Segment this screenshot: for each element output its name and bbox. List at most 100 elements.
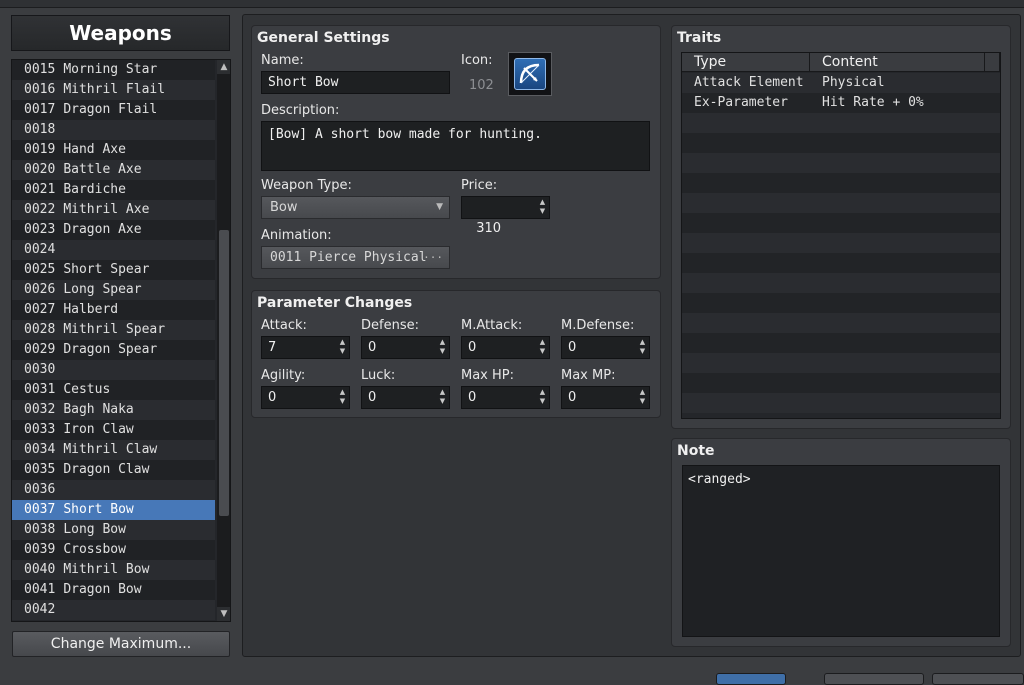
list-item-name: Halberd [63, 302, 119, 317]
trait-row[interactable] [682, 293, 1000, 313]
list-item[interactable]: 0016 Mithril Flail [12, 80, 215, 100]
list-item-name: Mithril Claw [63, 442, 158, 457]
list-item[interactable]: 0042 [12, 600, 215, 620]
price-label: Price: [461, 178, 498, 193]
scroll-down-arrow-icon[interactable]: ▼ [217, 607, 230, 621]
list-item[interactable]: 0034 Mithril Claw [12, 440, 215, 460]
trait-row[interactable] [682, 333, 1000, 353]
list-item-id: 0041 [24, 582, 56, 597]
cancel-button[interactable] [824, 673, 924, 685]
list-item-id: 0018 [24, 122, 56, 137]
list-item[interactable]: 0018 [12, 120, 215, 140]
traits-header-spacer [985, 53, 1000, 72]
trait-content: Physical [822, 75, 885, 90]
param-value: 0 [468, 340, 477, 355]
list-item[interactable]: 0022 Mithril Axe [12, 200, 215, 220]
chevron-down-icon: ▼ [436, 202, 443, 212]
spinner-arrows-icon[interactable]: ▲ ▼ [438, 338, 447, 356]
list-item[interactable]: 0041 Dragon Bow [12, 580, 215, 600]
description-label: Description: [261, 103, 340, 118]
list-item[interactable]: 0019 Hand Axe [12, 140, 215, 160]
description-field[interactable]: [Bow] A short bow made for hunting. [261, 121, 650, 171]
list-item[interactable]: 0027 Halberd [12, 300, 215, 320]
list-item[interactable]: 0030 [12, 360, 215, 380]
trait-row[interactable]: Ex-Parameter Hit Rate + 0% [682, 93, 1000, 113]
list-item[interactable]: 0021 Bardiche [12, 180, 215, 200]
param-field[interactable]: 0 ▲ ▼ [361, 386, 450, 409]
list-item-id: 0021 [24, 182, 56, 197]
note-textarea[interactable]: <ranged> [682, 465, 1000, 637]
list-item[interactable]: 0032 Bagh Naka [12, 400, 215, 420]
ok-button[interactable] [716, 673, 786, 685]
list-item[interactable]: 0038 Long Bow [12, 520, 215, 540]
param-value: 0 [468, 390, 477, 405]
trait-row[interactable] [682, 253, 1000, 273]
change-maximum-button[interactable]: Change Maximum... [12, 631, 230, 657]
trait-row[interactable] [682, 373, 1000, 393]
ellipsis-icon[interactable]: ··· [423, 247, 443, 268]
list-item[interactable]: 0025 Short Spear [12, 260, 215, 280]
icon-picker[interactable] [508, 52, 552, 96]
list-item[interactable]: 0023 Dragon Axe [12, 220, 215, 240]
param-field[interactable]: 7 ▲ ▼ [261, 336, 350, 359]
animation-field[interactable]: 0011 Pierce Physical ··· [261, 246, 450, 269]
trait-row[interactable] [682, 233, 1000, 253]
list-scrollbar[interactable]: ▲ ▼ [217, 60, 230, 621]
param-field[interactable]: 0 ▲ ▼ [461, 386, 550, 409]
trait-row[interactable] [682, 153, 1000, 173]
list-item[interactable]: 0036 [12, 480, 215, 500]
traits-header-content[interactable]: Content [810, 53, 985, 72]
list-item[interactable]: 0033 Iron Claw [12, 420, 215, 440]
spinner-arrows-icon[interactable]: ▲ ▼ [338, 338, 347, 356]
list-item[interactable]: 0026 Long Spear [12, 280, 215, 300]
spinner-arrows-icon[interactable]: ▲ ▼ [438, 388, 447, 406]
trait-row[interactable]: Attack Element Physical [682, 73, 1000, 93]
spinner-arrows-icon[interactable]: ▲ ▼ [638, 388, 647, 406]
trait-row[interactable] [682, 213, 1000, 233]
spinner-arrows-icon[interactable]: ▲ ▼ [338, 388, 347, 406]
apply-button[interactable] [932, 673, 1024, 685]
traits-header-type[interactable]: Type [682, 53, 810, 72]
bow-weapon-icon [514, 58, 546, 90]
list-item[interactable]: 0029 Dragon Spear [12, 340, 215, 360]
param-field[interactable]: 0 ▲ ▼ [361, 336, 450, 359]
list-item-id: 0036 [24, 482, 56, 497]
param-field[interactable]: 0 ▲ ▼ [561, 386, 650, 409]
list-item[interactable]: 0020 Battle Axe [12, 160, 215, 180]
list-item[interactable]: 0028 Mithril Spear [12, 320, 215, 340]
spinner-arrows-icon[interactable]: ▲ ▼ [538, 388, 547, 406]
trait-row[interactable] [682, 393, 1000, 413]
param-label: Attack: [261, 318, 307, 333]
list-item[interactable]: 0035 Dragon Claw [12, 460, 215, 480]
list-item[interactable]: 0024 [12, 240, 215, 260]
param-field[interactable]: 0 ▲ ▼ [561, 336, 650, 359]
trait-row[interactable] [682, 113, 1000, 133]
traits-table[interactable]: Type Content Attack Element Physical Ex-Pa… [681, 52, 1001, 419]
list-item[interactable]: 0040 Mithril Bow [12, 560, 215, 580]
trait-row[interactable] [682, 273, 1000, 293]
spinner-arrows-icon[interactable]: ▲ ▼ [638, 338, 647, 356]
trait-row[interactable] [682, 173, 1000, 193]
param-label: Max MP: [561, 368, 616, 383]
list-item[interactable]: 0031 Cestus [12, 380, 215, 400]
spinner-arrows-icon[interactable]: ▲ ▼ [538, 198, 547, 216]
scroll-up-arrow-icon[interactable]: ▲ [217, 60, 230, 74]
list-item-id: 0027 [24, 302, 56, 317]
name-field[interactable]: Short Bow [261, 71, 450, 94]
trait-row[interactable] [682, 353, 1000, 373]
list-item[interactable]: 0037 Short Bow [12, 500, 215, 520]
param-field[interactable]: 0 ▲ ▼ [261, 386, 350, 409]
trait-row[interactable] [682, 133, 1000, 153]
param-label: M.Attack: [461, 318, 523, 333]
param-field[interactable]: 0 ▲ ▼ [461, 336, 550, 359]
list-item[interactable]: 0039 Crossbow [12, 540, 215, 560]
list-item[interactable]: 0017 Dragon Flail [12, 100, 215, 120]
trait-row[interactable] [682, 313, 1000, 333]
trait-row[interactable] [682, 193, 1000, 213]
spinner-arrows-icon[interactable]: ▲ ▼ [538, 338, 547, 356]
weapon-type-select[interactable]: Bow ▼ [261, 196, 450, 219]
scrollbar-thumb[interactable] [219, 230, 229, 516]
list-item[interactable]: 0015 Morning Star [12, 60, 215, 80]
weapon-list[interactable]: 0015 Morning Star 0016 Mithril Flail 0017 Dra… [11, 59, 231, 622]
price-field[interactable]: 310 ▲ ▼ [461, 196, 550, 236]
